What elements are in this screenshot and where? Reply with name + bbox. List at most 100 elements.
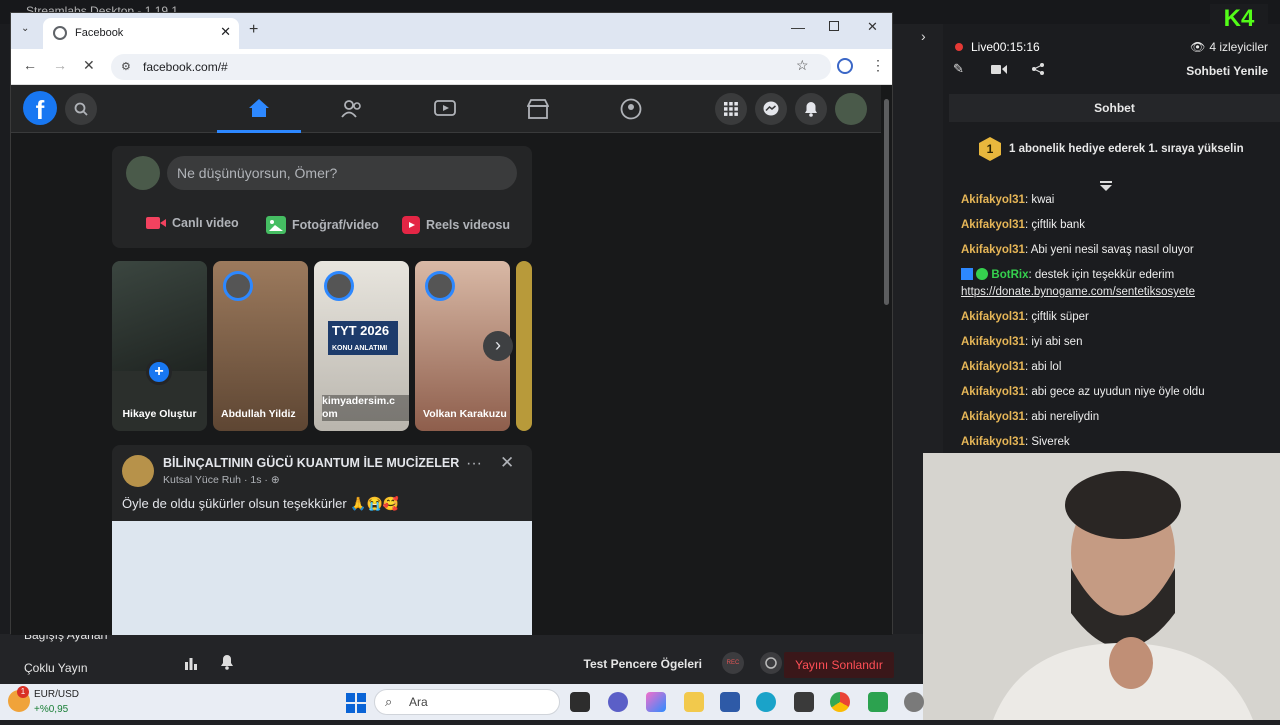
post-author[interactable]: Kutsal Yüce Ruh	[163, 474, 241, 486]
rank-badge-icon: 1	[979, 137, 1001, 161]
bookmark-star-icon[interactable]: ☆	[796, 57, 809, 74]
collapse-arrow-icon[interactable]: ›	[921, 28, 926, 44]
tab-facebook[interactable]: Facebook ✕	[43, 18, 239, 49]
post-image[interactable]	[112, 521, 532, 635]
post-title[interactable]: BİLİNÇALTININ GÜCÜ KUANTUM İLE MUCİZELER	[163, 456, 459, 470]
taskbar-search[interactable]: ⌕ Ara	[374, 689, 560, 715]
tab-marketplace[interactable]	[496, 85, 580, 133]
chrome-icon[interactable]	[830, 692, 850, 712]
stats-icon[interactable]	[184, 656, 198, 670]
minimize-icon[interactable]: —	[791, 19, 805, 35]
user-avatar[interactable]	[126, 156, 160, 190]
refresh-chat-button[interactable]: Sohbeti Yenile	[1186, 64, 1268, 78]
store-icon[interactable]	[720, 692, 740, 712]
chat-username[interactable]: Akifakyol31	[961, 311, 1025, 323]
copilot-icon[interactable]	[646, 692, 666, 712]
eye-icon: 👁	[1190, 40, 1206, 54]
profile-icon[interactable]	[837, 58, 853, 74]
windows-start-icon[interactable]	[346, 693, 366, 713]
chat-username[interactable]: Akifakyol31	[961, 386, 1025, 398]
live-video-button[interactable]: Canlı video	[146, 216, 239, 230]
chat-username[interactable]: Akifakyol31	[961, 336, 1025, 348]
groups-icon	[620, 98, 642, 120]
new-tab-icon[interactable]: +	[249, 21, 258, 39]
verified-icon	[976, 268, 989, 280]
story-card-partial[interactable]	[516, 261, 532, 431]
bell-icon[interactable]	[220, 654, 234, 670]
close-tab-icon[interactable]: ✕	[220, 24, 231, 40]
tab-list-dropdown-icon[interactable]: ⌄	[21, 23, 29, 34]
record-button[interactable]: REC	[722, 652, 744, 674]
camera-icon[interactable]	[991, 62, 1007, 74]
live-label: Live	[971, 40, 994, 54]
url-field[interactable]: ⚙ facebook.com/#	[111, 54, 831, 80]
search-icon[interactable]	[65, 93, 97, 125]
file-explorer-icon[interactable]	[684, 692, 704, 712]
post-close-icon[interactable]: ✕	[500, 453, 514, 473]
video-icon	[434, 100, 456, 116]
add-story-icon: +	[146, 359, 172, 385]
settings-gear-icon[interactable]	[904, 692, 924, 712]
chat-message: Akifakyol31: Abi yeni nesil savaş nasıl …	[961, 242, 1271, 259]
app-icon[interactable]	[794, 692, 814, 712]
home-icon	[249, 98, 269, 117]
teams-icon[interactable]	[608, 692, 628, 712]
url-text: facebook.com/#	[143, 60, 228, 74]
ticker-name[interactable]: EUR/USD	[34, 689, 79, 700]
account-avatar[interactable]	[835, 93, 867, 125]
reels-video-button[interactable]: Reels videosu	[402, 216, 510, 234]
photo-video-button[interactable]: Fotoğraf/video	[266, 216, 379, 234]
donate-link[interactable]: https://donate.bynogame.com/sentetiksosy…	[961, 286, 1195, 298]
viewer-count-label: 4 izleyiciler	[1209, 40, 1268, 54]
tab-friends[interactable]	[310, 85, 394, 133]
chat-username[interactable]: Akifakyol31	[961, 194, 1025, 206]
chat-username[interactable]: Akifakyol31	[961, 436, 1025, 448]
notifications-bell-icon[interactable]	[795, 93, 827, 125]
chat-username[interactable]: Akifakyol31	[961, 411, 1025, 423]
maximize-icon[interactable]	[829, 21, 839, 31]
story-card[interactable]: TYT 2026 KONU ANLATIMI kimyadersim.c om	[314, 261, 409, 431]
streamlabs-icon[interactable]	[868, 692, 888, 712]
replay-icon[interactable]	[760, 652, 782, 674]
scrollbar-thumb[interactable]	[884, 99, 889, 305]
page-scrollbar[interactable]	[881, 85, 892, 635]
back-icon[interactable]: ←	[23, 57, 37, 73]
story-name: kimyadersim.c om	[322, 395, 409, 421]
post-more-icon[interactable]: ···	[466, 455, 482, 473]
task-view-icon[interactable]	[570, 692, 590, 712]
tab-groups[interactable]	[589, 85, 673, 133]
edit-icon[interactable]: ✎	[953, 61, 964, 77]
chat-username[interactable]: BotRix	[991, 269, 1028, 281]
chat-username[interactable]: Akifakyol31	[961, 361, 1025, 373]
chat-username[interactable]: Akifakyol31	[961, 244, 1025, 256]
forward-icon[interactable]: →	[53, 57, 67, 73]
chat-username[interactable]: Akifakyol31	[961, 219, 1025, 231]
live-video-label: Canlı video	[172, 216, 239, 230]
share-icon[interactable]	[1031, 62, 1045, 76]
end-stream-button[interactable]: Yayını Sonlandır	[784, 652, 894, 678]
subscription-promo[interactable]: 1 1 abonelik hediye ederek 1. sıraya yük…	[979, 137, 1244, 161]
story-create[interactable]: + Hikaye Oluştur	[112, 261, 207, 431]
edge-icon[interactable]	[756, 692, 776, 712]
story-tyt-sub: KONU ANLATIMI	[332, 345, 388, 352]
browser-menu-icon[interactable]: ⋮	[871, 57, 885, 74]
post-time[interactable]: 1s	[250, 474, 261, 486]
close-window-icon[interactable]: ✕	[867, 19, 878, 35]
tab-watch[interactable]	[403, 85, 487, 133]
tab-home[interactable]	[217, 85, 301, 133]
pinned-collapse-icon[interactable]	[1100, 178, 1112, 191]
site-settings-icon[interactable]: ⚙	[121, 54, 131, 80]
messenger-icon[interactable]	[755, 93, 787, 125]
chat-text: : iyi abi sen	[1024, 336, 1083, 348]
menu-grid-icon[interactable]	[715, 93, 747, 125]
story-name: Volkan Karakuzu	[423, 408, 507, 420]
composer-input[interactable]: Ne düşünüyorsun, Ömer?	[167, 156, 517, 190]
page-avatar[interactable]	[122, 455, 154, 487]
chat-message: Akifakyol31: iyi abi sen	[961, 334, 1271, 351]
menu-multistream[interactable]: Çoklu Yayın	[24, 661, 88, 675]
stop-loading-icon[interactable]: ✕	[83, 57, 95, 74]
story-card[interactable]: Abdullah Yildiz	[213, 261, 308, 431]
facebook-logo[interactable]: f	[23, 91, 57, 125]
test-window-items-button[interactable]: Test Pencere Ögeleri	[584, 657, 703, 671]
stories-next-icon[interactable]: ›	[483, 331, 513, 361]
